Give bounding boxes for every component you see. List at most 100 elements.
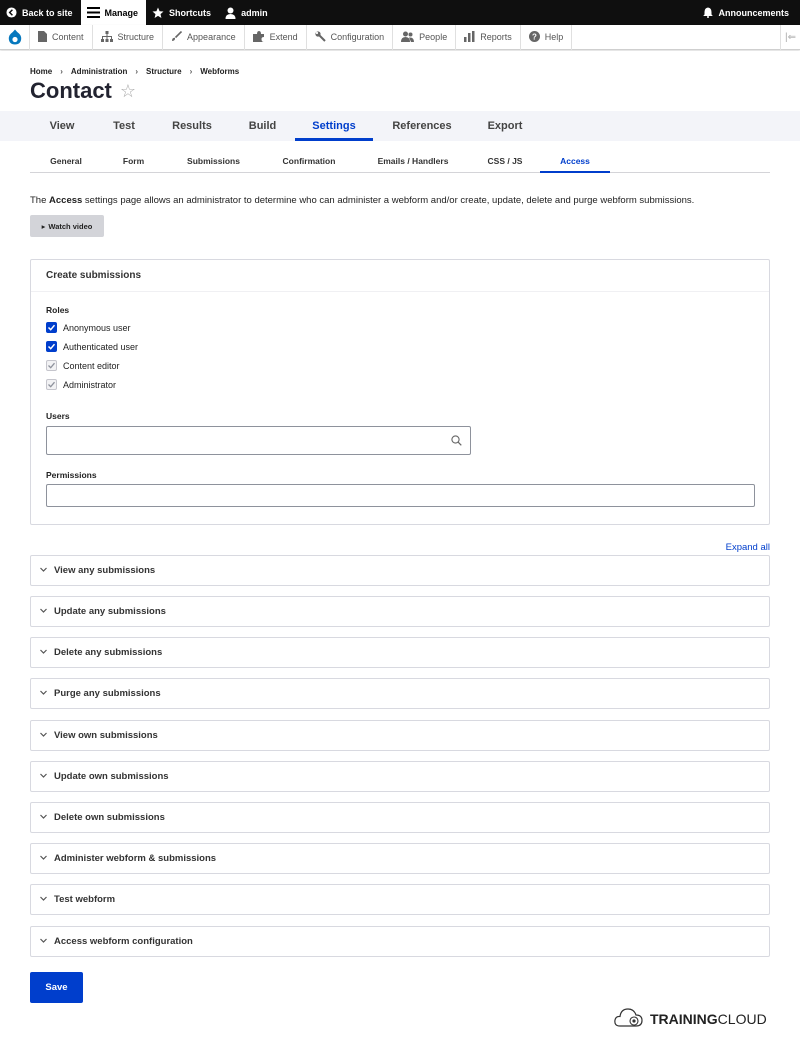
details-view-own-submissions[interactable]: View own submissions: [30, 720, 770, 751]
sitemap-icon: [100, 30, 113, 44]
checkbox-checked[interactable]: [46, 341, 57, 352]
tray-item-structure[interactable]: Structure: [93, 24, 164, 50]
chevron-down-icon: [39, 565, 48, 577]
role-administrator: Administrator: [46, 379, 116, 390]
tab-references[interactable]: References: [373, 111, 471, 141]
manage-label: Manage: [104, 7, 139, 18]
chevron-down-icon: [39, 894, 48, 906]
back-to-site-link[interactable]: Back to site: [0, 0, 81, 25]
manage-tab[interactable]: Manage: [80, 0, 147, 25]
tab-build[interactable]: Build: [230, 111, 295, 141]
page-title: Contact ☆: [30, 78, 136, 104]
details-test-webform[interactable]: Test webform: [30, 884, 770, 915]
user-tab[interactable]: admin: [219, 0, 276, 25]
expand-all-link[interactable]: Expand all: [726, 542, 770, 553]
tray-item-label: Structure: [117, 32, 155, 42]
users-autocomplete-input[interactable]: [46, 426, 471, 455]
details-title: Update own submissions: [54, 771, 169, 782]
details-title: Test webform: [54, 894, 116, 905]
breadcrumb-separator: ›: [189, 67, 193, 76]
subtab-form[interactable]: Form: [102, 149, 165, 172]
people-icon: [401, 31, 415, 44]
subtab-general[interactable]: General: [30, 149, 102, 172]
tray-item-content[interactable]: Content: [30, 24, 93, 50]
tray-orientation-toggle[interactable]: |⇐: [780, 24, 800, 50]
tab-results[interactable]: Results: [154, 111, 230, 141]
checkbox-label: Anonymous user: [63, 322, 131, 333]
details-purge-any-submissions[interactable]: Purge any submissions: [30, 678, 770, 709]
chevron-down-icon: [39, 688, 48, 700]
breadcrumb-link[interactable]: Administration: [71, 67, 127, 76]
subtab-emails-handlers[interactable]: Emails / Handlers: [356, 149, 470, 172]
breadcrumb-separator: ›: [135, 67, 139, 76]
breadcrumb-link[interactable]: Webforms: [200, 67, 239, 76]
tab-test[interactable]: Test: [94, 111, 154, 141]
details-title: View own submissions: [54, 730, 158, 741]
page-title-text: Contact: [30, 78, 112, 103]
checkbox-disabled-checked: [46, 379, 57, 390]
details-update-any-submissions[interactable]: Update any submissions: [30, 596, 770, 627]
cloud-logo-icon: [614, 1006, 644, 1031]
intro-bold: Access: [49, 195, 83, 206]
tray-item-people[interactable]: People: [393, 24, 457, 50]
details-update-own-submissions[interactable]: Update own submissions: [30, 761, 770, 792]
document-icon: [38, 30, 47, 44]
checkbox-checked[interactable]: [46, 322, 57, 333]
tray-item-reports[interactable]: Reports: [456, 24, 521, 50]
tray-item-label: Reports: [480, 32, 512, 42]
details-administer-webform[interactable]: Administer webform & submissions: [30, 843, 770, 874]
watch-video-label: Watch video: [48, 221, 93, 231]
svg-text:?: ?: [532, 32, 537, 41]
chevron-down-icon: [39, 771, 48, 783]
breadcrumb-separator: ›: [60, 67, 63, 76]
role-authenticated-user[interactable]: Authenticated user: [46, 341, 138, 352]
collapse-arrow-icon: |⇐: [785, 31, 796, 43]
details-title: Delete any submissions: [54, 647, 163, 658]
roles-label: Roles: [46, 305, 70, 315]
details-view-any-submissions[interactable]: View any submissions: [30, 555, 770, 586]
details-delete-any-submissions[interactable]: Delete any submissions: [30, 637, 770, 668]
user-icon: [225, 7, 236, 19]
announcements-tab[interactable]: Announcements: [697, 0, 800, 25]
subtab-submissions[interactable]: Submissions: [165, 149, 262, 172]
checkbox-label: Administrator: [63, 379, 117, 390]
tray-item-appearance[interactable]: Appearance: [163, 24, 245, 50]
search-icon: [451, 435, 462, 449]
star-icon: [152, 7, 164, 19]
drupal-logo-icon[interactable]: [0, 24, 30, 50]
subtab-css-js[interactable]: CSS / JS: [470, 149, 540, 172]
breadcrumb-link[interactable]: Structure: [146, 67, 182, 76]
paintbrush-icon: [171, 30, 183, 44]
tray-item-configuration[interactable]: Configuration: [307, 24, 394, 50]
star-outline-icon[interactable]: ☆: [120, 81, 136, 102]
puzzle-icon: [252, 30, 265, 44]
tab-settings[interactable]: Settings: [295, 111, 373, 141]
role-anonymous-user[interactable]: Anonymous user: [46, 322, 131, 333]
details-title: Update any submissions: [54, 606, 166, 617]
breadcrumb-link[interactable]: Home: [30, 67, 52, 76]
tab-export[interactable]: Export: [471, 111, 539, 141]
tab-view[interactable]: View: [30, 111, 94, 141]
details-access-webform-configuration[interactable]: Access webform configuration: [30, 926, 770, 957]
subtab-confirmation[interactable]: Confirmation: [262, 149, 356, 172]
chevron-down-icon: [39, 647, 48, 659]
shortcuts-tab[interactable]: Shortcuts: [146, 0, 219, 25]
play-triangle-icon: ▸: [41, 221, 46, 231]
checkbox-label: Authenticated user: [63, 341, 139, 352]
back-arrow-icon: [6, 7, 17, 18]
tray-item-help[interactable]: ? Help: [521, 24, 573, 50]
intro-prefix: The: [30, 195, 50, 206]
users-label: Users: [46, 411, 70, 421]
checkbox-disabled-checked: [46, 360, 57, 371]
save-button[interactable]: Save: [30, 972, 83, 1003]
permissions-select[interactable]: [46, 484, 755, 507]
watch-video-button[interactable]: ▸ Watch video: [30, 215, 104, 237]
hamburger-icon: [86, 7, 100, 18]
role-content-editor: Content editor: [46, 360, 120, 371]
tray-item-extend[interactable]: Extend: [245, 24, 307, 50]
subtab-access[interactable]: Access: [540, 149, 610, 173]
tray-item-label: Content: [52, 32, 84, 42]
details-title: View any submissions: [54, 565, 156, 576]
details-delete-own-submissions[interactable]: Delete own submissions: [30, 802, 770, 833]
divider: [31, 291, 769, 292]
